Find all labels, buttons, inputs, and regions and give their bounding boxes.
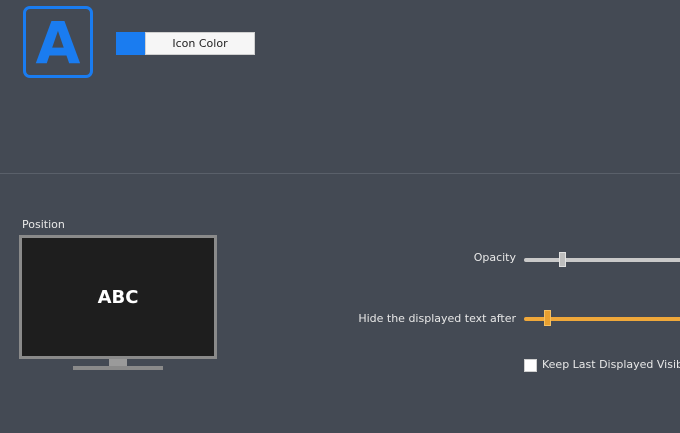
monitor-stand-neck xyxy=(109,359,127,366)
position-label: Position xyxy=(22,218,65,231)
monitor-stand-base xyxy=(73,366,163,370)
app-letter: A xyxy=(35,9,81,77)
hide-text-after-label: Hide the displayed text after xyxy=(358,312,516,325)
opacity-slider-thumb[interactable] xyxy=(559,252,566,267)
keep-last-visible-checkbox[interactable] xyxy=(524,359,537,372)
hide-text-slider-thumb[interactable] xyxy=(544,310,551,326)
position-monitor-preview[interactable]: ABC xyxy=(19,235,217,359)
monitor-screen[interactable]: ABC xyxy=(22,238,214,356)
monitor-preview-text[interactable]: ABC xyxy=(98,287,139,308)
keep-last-visible-label[interactable]: Keep Last Displayed Visible xyxy=(542,358,680,371)
icon-color-swatch[interactable] xyxy=(116,32,145,55)
opacity-label: Opacity xyxy=(473,251,516,264)
section-divider xyxy=(0,173,680,174)
icon-color-button[interactable]: Icon Color xyxy=(145,32,255,55)
app-letter-icon: A xyxy=(23,6,93,78)
opacity-slider-track[interactable] xyxy=(524,258,680,262)
